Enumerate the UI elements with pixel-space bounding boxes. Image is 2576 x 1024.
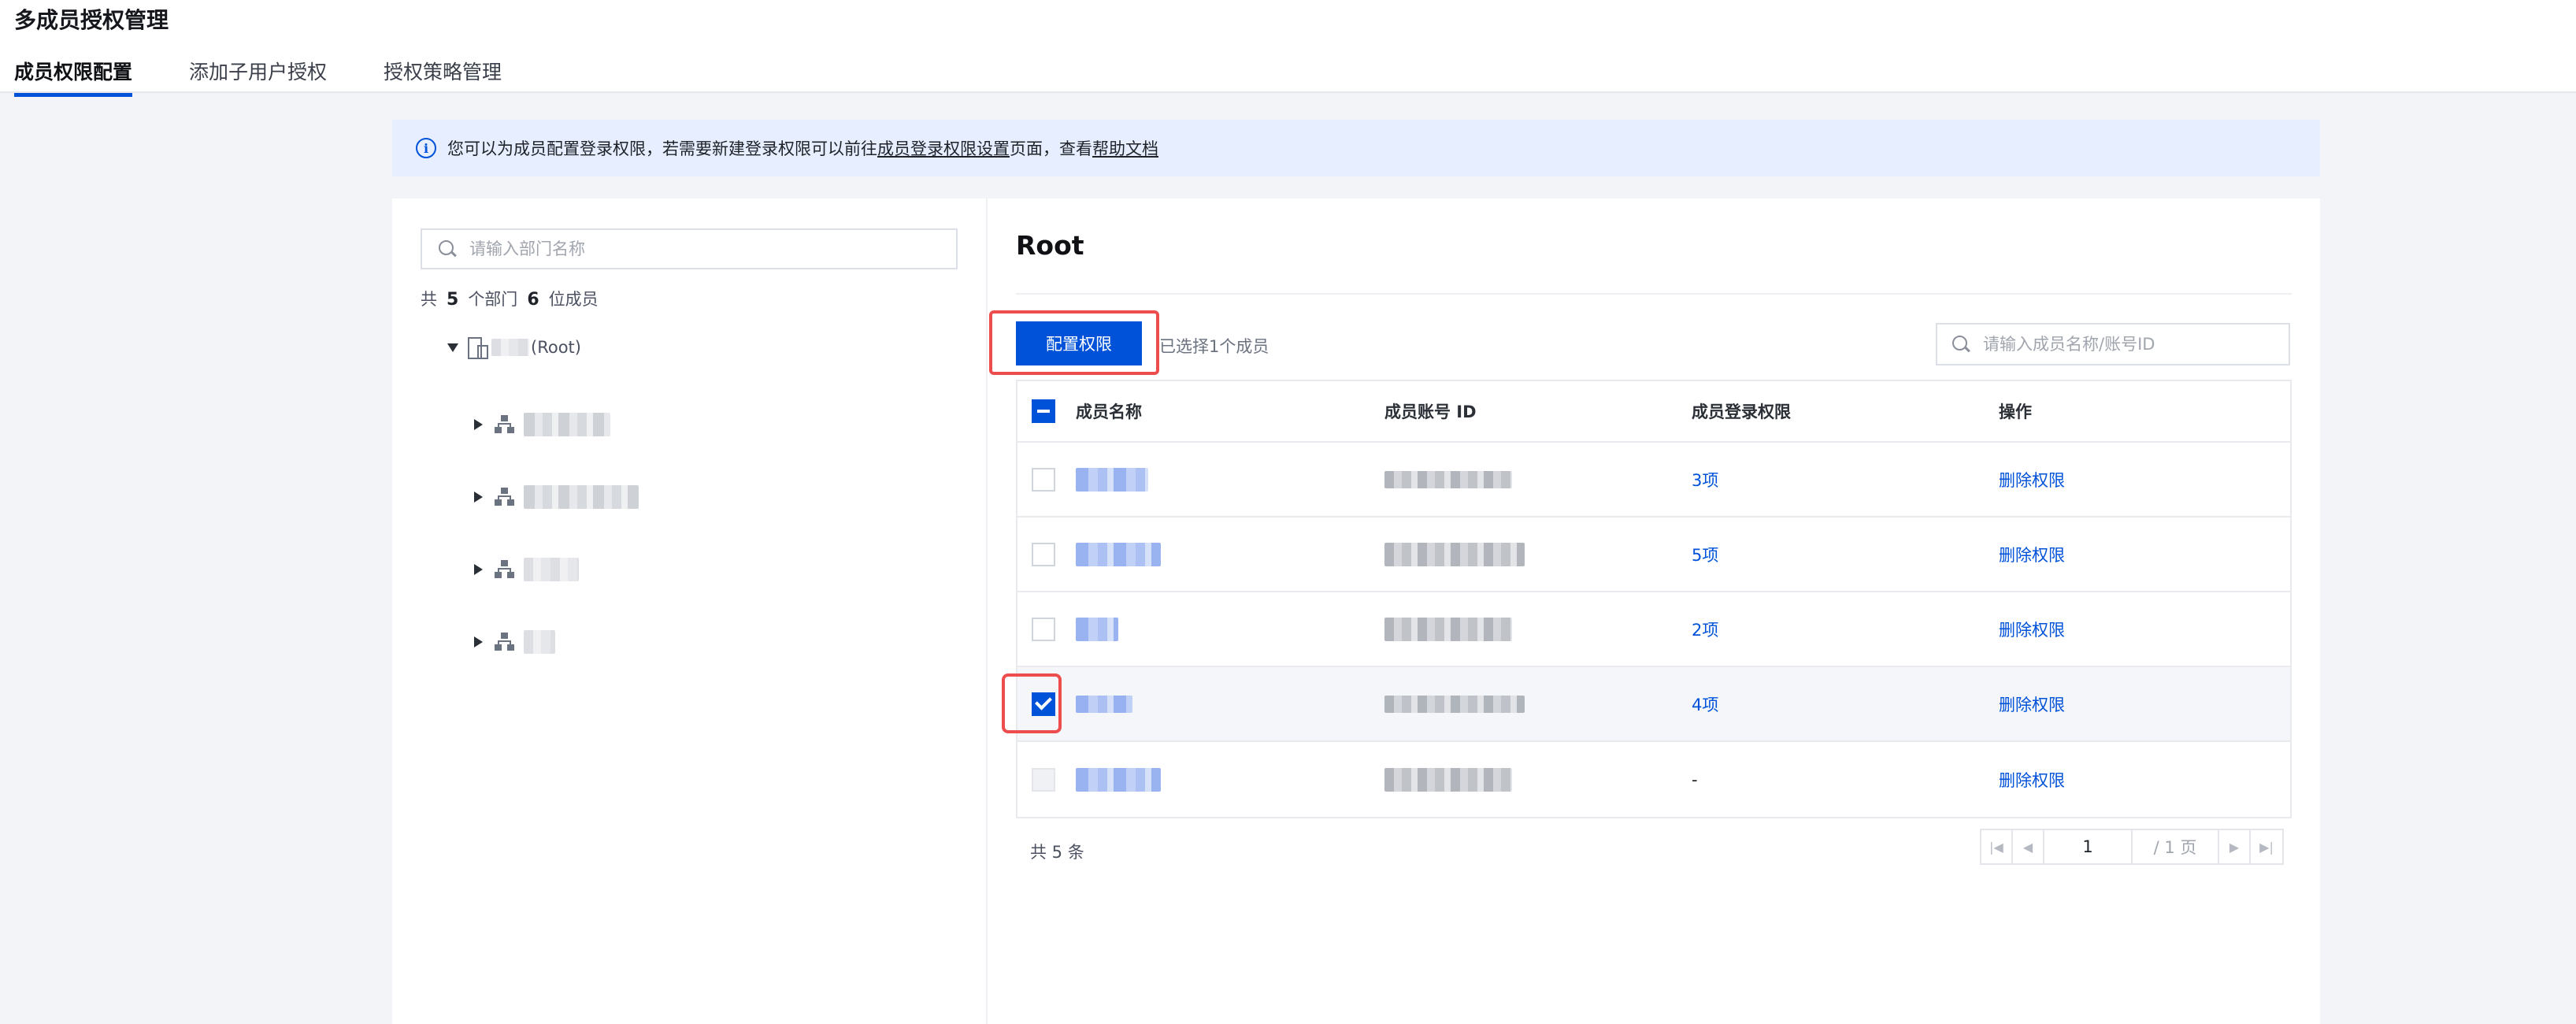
redacted-member-name: [1076, 542, 1161, 566]
redacted-member-name: [1076, 767, 1161, 792]
department-label: 个部门: [468, 290, 518, 309]
header: 多成员授权管理 成员权限配置 添加子用户授权 授权策略管理: [0, 0, 2576, 97]
table-row-selected: 4项 删除权限: [1002, 667, 2290, 742]
summary-prefix: 共: [421, 290, 437, 309]
tree-department-node[interactable]: [474, 413, 610, 436]
row-checkbox-checked[interactable]: [1032, 692, 1055, 716]
root-label: (Root): [531, 338, 581, 357]
delete-permission-link[interactable]: 删除权限: [1999, 468, 2065, 492]
redacted-member-name: [1076, 467, 1148, 492]
pagination: |◀ ◀ / 1 页 ▶ ▶|: [1980, 829, 2284, 865]
tree-department-node[interactable]: [474, 485, 639, 509]
column-header-permission: 成员登录权限: [1692, 403, 1791, 421]
row-checkbox[interactable]: [1032, 617, 1055, 641]
search-icon: [1951, 335, 1970, 354]
redacted-account-id: [1384, 767, 1512, 792]
permission-count-link[interactable]: 5项: [1692, 543, 1718, 566]
select-all-checkbox[interactable]: [1032, 399, 1055, 423]
org-chart-icon: [494, 415, 514, 434]
tab-member-permission[interactable]: 成员权限配置: [14, 57, 133, 97]
redacted-org-name: [491, 339, 529, 356]
redacted-department-name: [524, 630, 555, 654]
delete-permission-link[interactable]: 删除权限: [1999, 618, 2065, 641]
redacted-account-id: [1384, 617, 1512, 641]
search-icon: [438, 239, 457, 258]
caret-right-icon[interactable]: [474, 564, 483, 575]
member-label: 位成员: [548, 290, 599, 309]
caret-right-icon[interactable]: [474, 492, 483, 503]
table-row: - 删除权限: [1017, 742, 2290, 817]
caret-right-icon[interactable]: [474, 636, 483, 647]
tree-department-node[interactable]: [474, 630, 555, 654]
redacted-account-id: [1384, 470, 1512, 488]
panel-divider: [986, 198, 988, 1024]
tab-bar: 成员权限配置 添加子用户授权 授权策略管理: [14, 57, 558, 97]
table-row: 5项 删除权限: [1017, 518, 2290, 592]
org-chart-icon: [494, 633, 514, 651]
department-count: 5: [447, 290, 459, 310]
tab-add-subuser[interactable]: 添加子用户授权: [189, 57, 327, 97]
table-row: 2项 删除权限: [1017, 592, 2290, 667]
page-number-input[interactable]: [2044, 830, 2133, 863]
redacted-member-name: [1076, 695, 1132, 713]
column-header-action: 操作: [1999, 403, 2032, 421]
row-checkbox[interactable]: [1032, 467, 1055, 492]
info-notice: i 您可以为成员配置登录权限，若需要新建登录权限可以前往 成员登录权限设置 页面，查…: [392, 120, 2320, 176]
selected-count-text: 已选择1个成员: [1159, 337, 1269, 356]
configure-permission-button[interactable]: 配置权限: [1016, 321, 1142, 365]
table-row: 3项 删除权限: [1017, 443, 2290, 518]
redacted-department-name: [524, 485, 639, 509]
permission-count-link[interactable]: 3项: [1692, 468, 1718, 492]
page-total: / 1 页: [2133, 830, 2219, 863]
notice-text: 您可以为成员配置登录权限，若需要新建登录权限可以前往: [447, 139, 877, 158]
title-divider: [1016, 293, 2292, 295]
tab-policy-management[interactable]: 授权策略管理: [384, 57, 502, 97]
row-checkbox[interactable]: [1032, 542, 1055, 566]
main-panel: 共5 个部门 6 位成员 (Root) Root 配置权限 已选择1个成员: [392, 198, 2320, 1024]
table-header-row: 成员名称 成员账号 ID 成员登录权限 操作: [1017, 381, 2290, 443]
building-icon: [468, 337, 488, 359]
total-count: 共 5 条: [1030, 843, 1084, 862]
redacted-account-id: [1384, 542, 1525, 566]
help-doc-link[interactable]: 帮助文档: [1092, 136, 1158, 160]
row-checkbox[interactable]: [1032, 767, 1055, 792]
last-page-icon[interactable]: ▶|: [2251, 830, 2282, 863]
permission-count-link[interactable]: 4项: [1692, 692, 1718, 716]
redacted-department-name: [524, 558, 579, 581]
member-search-input[interactable]: [1983, 335, 2282, 354]
caret-right-icon[interactable]: [474, 419, 483, 430]
delete-permission-link[interactable]: 删除权限: [1999, 543, 2065, 566]
member-count: 6: [527, 290, 539, 310]
department-title: Root: [1016, 230, 1084, 261]
org-chart-icon: [494, 560, 514, 579]
next-page-icon[interactable]: ▶: [2219, 830, 2251, 863]
prev-page-icon[interactable]: ◀: [2013, 830, 2044, 863]
member-search[interactable]: [1936, 323, 2290, 365]
delete-permission-link[interactable]: 删除权限: [1999, 692, 2065, 716]
first-page-icon[interactable]: |◀: [1981, 830, 2013, 863]
info-icon: i: [416, 138, 436, 158]
permission-empty: -: [1692, 770, 1698, 789]
department-summary: 共 5 个部门 6 位成员: [421, 287, 599, 310]
caret-down-icon[interactable]: [447, 343, 458, 352]
redacted-member-name: [1076, 617, 1118, 641]
tree-department-node[interactable]: [474, 558, 579, 581]
org-chart-icon: [494, 488, 514, 506]
member-table: 成员名称 成员账号 ID 成员登录权限 操作 3项 删除权限 5项 删除权限 2…: [1002, 380, 2292, 818]
redacted-account-id: [1384, 695, 1525, 713]
department-search-input[interactable]: [469, 239, 910, 258]
delete-permission-link[interactable]: 删除权限: [1999, 768, 2065, 792]
department-search[interactable]: [421, 228, 958, 269]
permission-count-link[interactable]: 2项: [1692, 618, 1718, 641]
notice-text-mid: 页面，查看: [1010, 139, 1092, 158]
member-login-settings-link[interactable]: 成员登录权限设置: [877, 136, 1010, 160]
column-header-account: 成员账号 ID: [1384, 403, 1477, 421]
app-title: 多成员授权管理: [14, 7, 169, 33]
column-header-name: 成员名称: [1076, 403, 1142, 421]
tree-root-node[interactable]: (Root): [447, 337, 581, 359]
redacted-department-name: [524, 413, 610, 436]
